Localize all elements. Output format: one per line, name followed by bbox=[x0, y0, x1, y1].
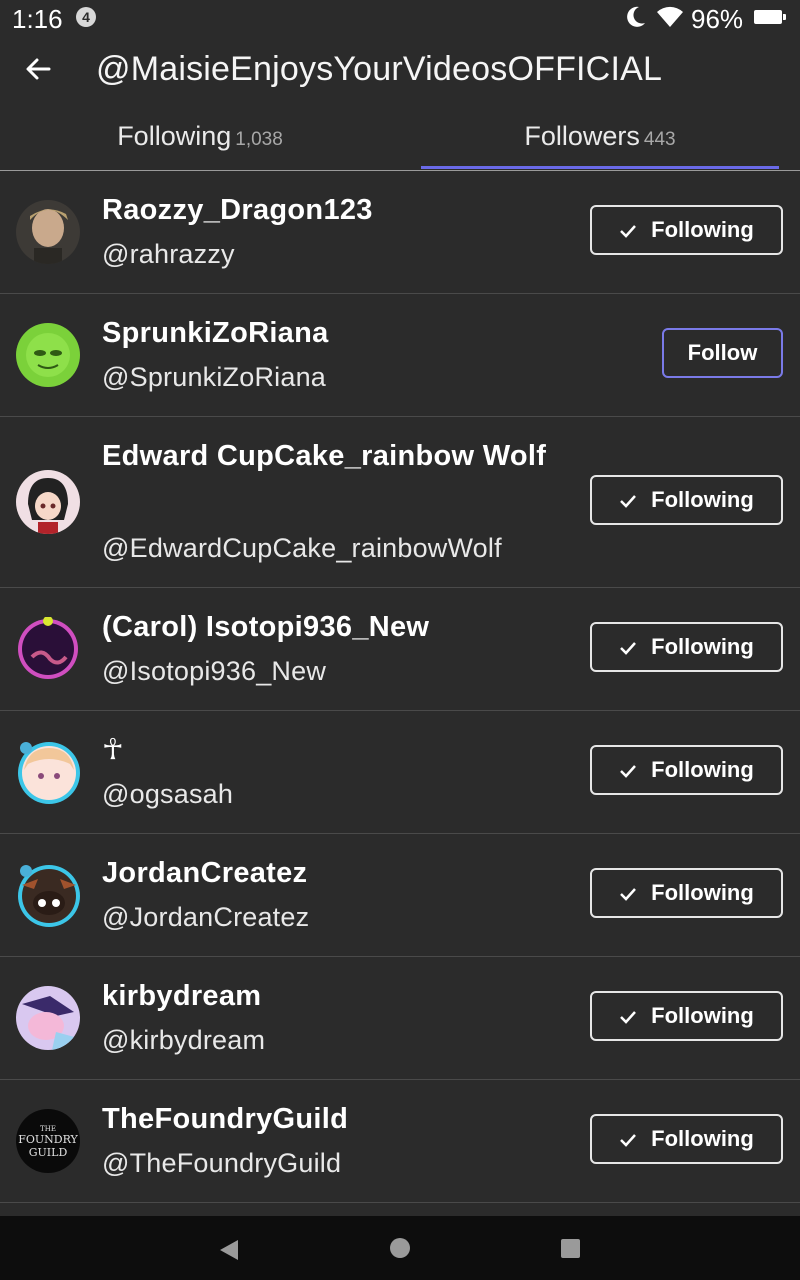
following-button-label: Following bbox=[651, 634, 754, 659]
tab-following[interactable]: Following 1,038 bbox=[0, 104, 400, 170]
user-handle: @kirbydream bbox=[102, 1025, 266, 1055]
page-title: @MaisieEnjoysYourVideosOFFICIAL bbox=[96, 50, 663, 88]
checkmark-icon bbox=[620, 765, 637, 778]
svg-text:FOUNDRY: FOUNDRY bbox=[18, 1133, 78, 1146]
following-button-label: Following bbox=[651, 757, 754, 782]
avatar[interactable] bbox=[16, 616, 80, 681]
following-button[interactable]: Following bbox=[590, 205, 783, 255]
following-button[interactable]: Following bbox=[590, 745, 783, 795]
follow-button[interactable]: Follow bbox=[662, 328, 783, 378]
user-name: TheFoundryGuild bbox=[102, 1103, 349, 1135]
follow-button-label: Follow bbox=[687, 340, 758, 365]
following-button-label: Following bbox=[651, 1126, 754, 1151]
tab-followers[interactable]: Followers 443 bbox=[400, 104, 800, 170]
tab-followers-count: 443 bbox=[643, 129, 676, 150]
nav-home-icon[interactable] bbox=[390, 1238, 410, 1258]
following-button[interactable]: Following bbox=[590, 868, 783, 918]
checkmark-icon bbox=[620, 495, 637, 508]
avatar[interactable] bbox=[16, 863, 80, 927]
list-item[interactable]: THE FOUNDRY GUILD TheFoundryGuild @TheFo… bbox=[0, 1080, 800, 1203]
tab-bar: Following 1,038 Followers 443 bbox=[0, 104, 800, 171]
avatar[interactable] bbox=[16, 323, 80, 387]
following-button[interactable]: Following bbox=[590, 1114, 783, 1164]
status-time: 1:16 bbox=[12, 4, 63, 34]
user-handle: @Isotopi936_New bbox=[102, 656, 327, 686]
list-item[interactable]: SprunkiZoRiana @SprunkiZoRiana Follow bbox=[0, 294, 800, 417]
following-button[interactable]: Following bbox=[590, 622, 783, 672]
app-header: @MaisieEnjoysYourVideosOFFICIAL bbox=[0, 40, 800, 104]
avatar[interactable] bbox=[16, 740, 80, 804]
user-name: (Carol) Isotopi936_New bbox=[102, 611, 430, 643]
list-item[interactable]: kirbydream @kirbydream Following bbox=[0, 957, 800, 1080]
svg-text:GUILD: GUILD bbox=[29, 1146, 68, 1159]
checkmark-icon bbox=[620, 642, 637, 655]
status-bar: 1:16 4 96% bbox=[0, 0, 800, 40]
user-handle: @rahrazzy bbox=[102, 239, 235, 269]
checkmark-icon bbox=[620, 1134, 637, 1147]
moon-icon bbox=[627, 6, 645, 27]
user-name: JordanCreatez bbox=[102, 857, 308, 889]
list-item[interactable]: ☥ @ogsasah Following bbox=[0, 711, 800, 834]
user-name: Edward CupCake_rainbow Wolf bbox=[102, 440, 547, 472]
tab-followers-label: Followers bbox=[524, 121, 640, 151]
active-tab-indicator bbox=[421, 166, 779, 169]
tab-following-count: 1,038 bbox=[235, 129, 283, 150]
following-button-label: Following bbox=[651, 880, 754, 905]
user-handle: @SprunkiZoRiana bbox=[102, 362, 327, 392]
wifi-icon bbox=[657, 6, 683, 27]
list-item[interactable]: Raozzy_Dragon123 @rahrazzy Following bbox=[0, 171, 800, 294]
user-handle: @ogsasah bbox=[102, 779, 234, 809]
following-button-label: Following bbox=[651, 217, 754, 242]
avatar[interactable] bbox=[16, 200, 80, 264]
nav-recents-icon[interactable] bbox=[561, 1239, 580, 1258]
battery-icon bbox=[754, 10, 786, 24]
nav-back-icon[interactable] bbox=[218, 1238, 240, 1262]
list-item[interactable]: JordanCreatez @JordanCreatez Following bbox=[0, 834, 800, 957]
checkmark-icon bbox=[620, 1011, 637, 1024]
user-name: Raozzy_Dragon123 bbox=[102, 194, 373, 226]
battery-percent: 96% bbox=[691, 4, 744, 34]
user-name: SprunkiZoRiana bbox=[102, 317, 329, 349]
checkmark-icon bbox=[620, 225, 637, 238]
notification-count-badge: 4 bbox=[76, 7, 96, 27]
avatar[interactable]: THE FOUNDRY GUILD bbox=[16, 1109, 80, 1173]
list-item[interactable]: Edward CupCake_rainbow Wolf @EdwardCupCa… bbox=[0, 417, 800, 588]
user-handle: @TheFoundryGuild bbox=[102, 1148, 342, 1178]
tab-following-label: Following bbox=[117, 121, 232, 151]
svg-text:THE: THE bbox=[40, 1125, 56, 1133]
user-handle: @EdwardCupCake_rainbowWolf bbox=[102, 533, 502, 563]
user-name: kirbydream bbox=[102, 980, 262, 1012]
following-button-label: Following bbox=[651, 487, 754, 512]
following-button[interactable]: Following bbox=[590, 991, 783, 1041]
following-button[interactable]: Following bbox=[590, 475, 783, 525]
system-nav-bar bbox=[0, 1216, 800, 1280]
following-button-label: Following bbox=[651, 1003, 754, 1028]
avatar[interactable] bbox=[16, 986, 80, 1050]
checkmark-icon bbox=[620, 888, 637, 901]
avatar[interactable] bbox=[16, 470, 80, 534]
list-item[interactable]: (Carol) Isotopi936_New @Isotopi936_New F… bbox=[0, 588, 800, 711]
back-arrow-icon[interactable] bbox=[20, 52, 56, 88]
user-handle: @JordanCreatez bbox=[102, 902, 310, 932]
followers-list: Raozzy_Dragon123 @rahrazzy Following Spr… bbox=[0, 171, 800, 1203]
user-name: ☥ bbox=[102, 734, 124, 766]
